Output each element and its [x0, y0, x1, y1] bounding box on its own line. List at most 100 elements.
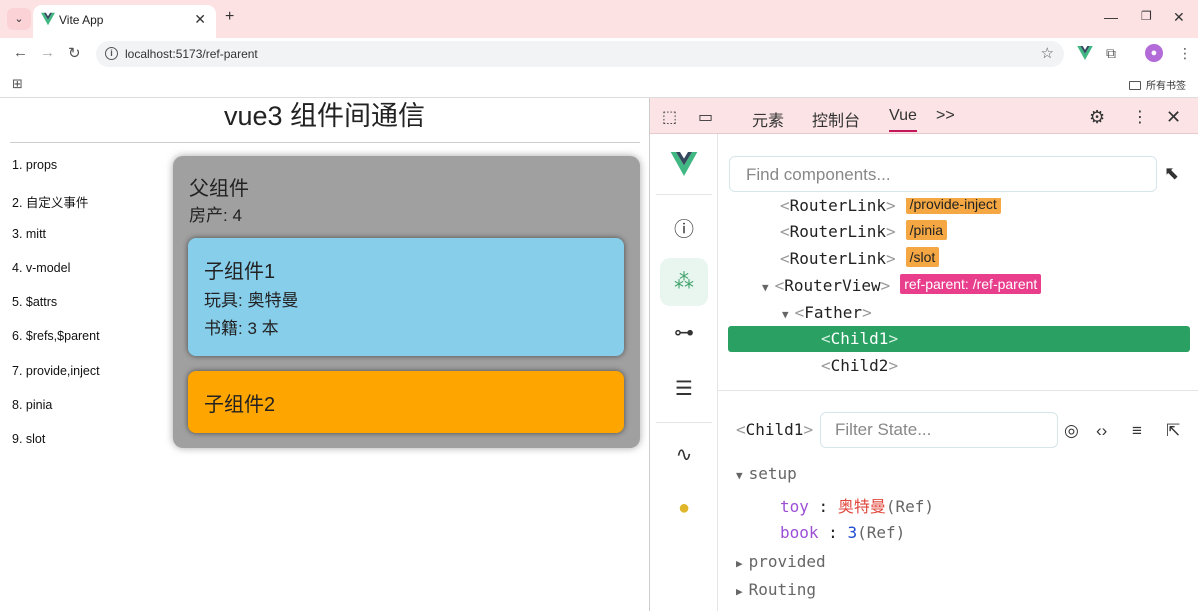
state-prop-row[interactable]: book : 3(Ref)	[780, 523, 905, 542]
open-source-icon[interactable]: ‹›	[1096, 421, 1107, 441]
new-tab-button[interactable]: +	[225, 8, 234, 26]
section-label: provided	[748, 552, 826, 571]
profile-avatar[interactable]: ●	[1145, 44, 1163, 62]
page-title: vue3 组件间通信	[223, 101, 426, 131]
more-tabs-button[interactable]: >>	[936, 107, 955, 125]
state-section-setup[interactable]: ▼ setup	[736, 464, 797, 483]
components-icon[interactable]: ⁂	[660, 258, 708, 306]
node-name: RouterLink	[789, 198, 886, 215]
open-in-editor-icon[interactable]: ⇱	[1166, 421, 1180, 441]
nav-link-mitt[interactable]: 3. mitt	[12, 227, 100, 261]
side-nav: 1. props 2. 自定义事件 3. mitt 4. v-model 5. …	[12, 158, 100, 467]
vue-logo-icon	[670, 152, 698, 176]
pinia-icon[interactable]: ●	[670, 497, 698, 525]
device-toggle-icon[interactable]: ▭	[698, 107, 713, 127]
father-heading: 父组件	[189, 178, 249, 200]
tab-search-button[interactable]: ⌄	[7, 8, 31, 30]
node-name: Child2	[830, 356, 889, 375]
node-name: RouterLink	[789, 249, 886, 268]
vue-devtools-extension-icon[interactable]	[1077, 46, 1093, 60]
tab-title: Vite App	[59, 13, 104, 27]
rail-divider	[656, 422, 712, 423]
find-components-input[interactable]: Find components...	[729, 156, 1157, 192]
bookmark-star-icon[interactable]: ☆	[1041, 44, 1054, 62]
all-bookmarks-folder[interactable]: 所有书签	[1129, 77, 1186, 92]
browser-tab[interactable]: Vite App ✕	[33, 5, 216, 38]
vue-devtools-rail: ⓘ ⁂ ⊶ ☰ ∿ ●	[650, 134, 718, 611]
child2-heading: 子组件2	[204, 394, 276, 416]
tab-close-icon[interactable]: ✕	[194, 11, 206, 28]
scroll-to-component-icon[interactable]: ≡	[1132, 421, 1142, 441]
rail-divider	[656, 194, 712, 195]
state-prop-row[interactable]: toy : 奥特曼(Ref)	[780, 493, 934, 517]
route-tag: /pinia	[905, 220, 948, 240]
close-window-button[interactable]: ✕	[1173, 9, 1185, 26]
tree-node[interactable]: ▼ <Father>	[782, 300, 872, 326]
devtools-menu-icon[interactable]: ⋮	[1132, 107, 1148, 127]
back-button[interactable]: ←	[13, 44, 28, 61]
router-icon[interactable]: ∿	[670, 442, 698, 470]
nav-link-pinia[interactable]: 8. pinia	[12, 398, 100, 432]
child1-book: 书籍: 3 本	[204, 319, 279, 338]
tree-node[interactable]: <RouterLink>/pinia	[780, 219, 948, 245]
devtools-toolbar: ⬚ ▭ 元素 控制台 Vue >> ⚙ ⋮ ✕	[650, 98, 1198, 134]
state-section-provided[interactable]: ▶ provided	[736, 552, 826, 571]
tab-console[interactable]: 控制台	[812, 107, 860, 131]
tab-vue[interactable]: Vue	[889, 107, 917, 132]
nav-link-provide-inject[interactable]: 7. provide,inject	[12, 364, 100, 398]
component-tree-icon[interactable]: ⊶	[670, 320, 698, 348]
forward-button[interactable]: →	[40, 44, 55, 61]
site-info-icon[interactable]: i	[105, 47, 118, 60]
state-component-label: Child1	[745, 420, 804, 439]
nav-link-slot[interactable]: 9. slot	[12, 432, 100, 466]
prop-type: (Ref)	[885, 497, 934, 516]
filter-state-input[interactable]: Filter State...	[820, 412, 1058, 448]
browser-chrome: ⌄ Vite App ✕ + — ❐ ✕ ← → ↻ i localhost:5…	[0, 0, 1198, 98]
route-tag: /provide-inject	[905, 198, 1001, 214]
father-component: 父组件 房产: 4 子组件1 玩具: 奥特曼 书籍: 3 本 子组件2	[173, 156, 640, 448]
prop-key: toy	[780, 497, 809, 516]
maximize-button[interactable]: ❐	[1141, 9, 1152, 23]
prop-value: 奥特曼	[837, 497, 886, 516]
all-bookmarks-label: 所有书签	[1146, 81, 1186, 92]
tab-bar: ⌄ Vite App ✕ + — ❐ ✕	[0, 0, 1198, 38]
state-section-routing[interactable]: ▶ Routing	[736, 580, 816, 599]
timeline-icon[interactable]: ☰	[670, 376, 698, 404]
collapse-caret-icon: ▶	[736, 585, 743, 598]
node-name: RouterView	[784, 276, 881, 295]
state-divider	[718, 390, 1198, 391]
tree-node[interactable]: <RouterLink>/slot	[780, 246, 940, 272]
settings-gear-icon[interactable]: ⚙	[1089, 107, 1105, 128]
tree-node-selected[interactable]: <Child1>	[728, 326, 1190, 352]
address-bar[interactable]: i localhost:5173/ref-parent ☆	[96, 41, 1064, 67]
state-component-name: <Child1>	[736, 420, 814, 439]
nav-link-custom-event[interactable]: 2. 自定义事件	[12, 192, 100, 226]
divider	[10, 142, 640, 143]
tree-node[interactable]: <RouterLink>/provide-inject	[780, 198, 1001, 219]
address-row: ← → ↻ i localhost:5173/ref-parent ☆ ⧉ ● …	[0, 38, 1198, 70]
inspect-dom-icon[interactable]: ◎	[1064, 421, 1079, 441]
reload-button[interactable]: ↻	[68, 44, 81, 62]
node-name: Father	[804, 303, 863, 322]
nav-link-attrs[interactable]: 5. $attrs	[12, 295, 100, 329]
expand-caret-icon: ▼	[736, 469, 743, 482]
apps-grid-icon[interactable]: ⊞	[12, 76, 23, 92]
child1-toy: 玩具: 奥特曼	[204, 291, 299, 310]
devtools-close-icon[interactable]: ✕	[1166, 107, 1181, 128]
tree-node[interactable]: <Child2>	[821, 353, 898, 379]
inspect-element-icon[interactable]: ⬚	[662, 107, 677, 127]
component-picker-icon[interactable]: ⬉	[1164, 163, 1179, 184]
nav-link-props[interactable]: 1. props	[12, 158, 100, 192]
nav-link-v-model[interactable]: 4. v-model	[12, 261, 100, 295]
nav-link-refs-parent[interactable]: 6. $refs,$parent	[12, 329, 100, 363]
info-icon[interactable]: ⓘ	[670, 213, 698, 241]
tab-elements[interactable]: 元素	[752, 107, 784, 131]
extensions-icon[interactable]: ⧉	[1106, 45, 1116, 62]
section-label: Routing	[748, 580, 817, 599]
minimize-button[interactable]: —	[1104, 9, 1118, 25]
tree-node[interactable]: ▼ <RouterView> ref-parent: /ref-parent	[762, 273, 1042, 299]
expand-caret-icon[interactable]: ▼	[782, 308, 789, 321]
expand-caret-icon[interactable]: ▼	[762, 281, 769, 294]
browser-menu-icon[interactable]: ⋮	[1178, 45, 1192, 62]
node-name: RouterLink	[789, 222, 886, 241]
